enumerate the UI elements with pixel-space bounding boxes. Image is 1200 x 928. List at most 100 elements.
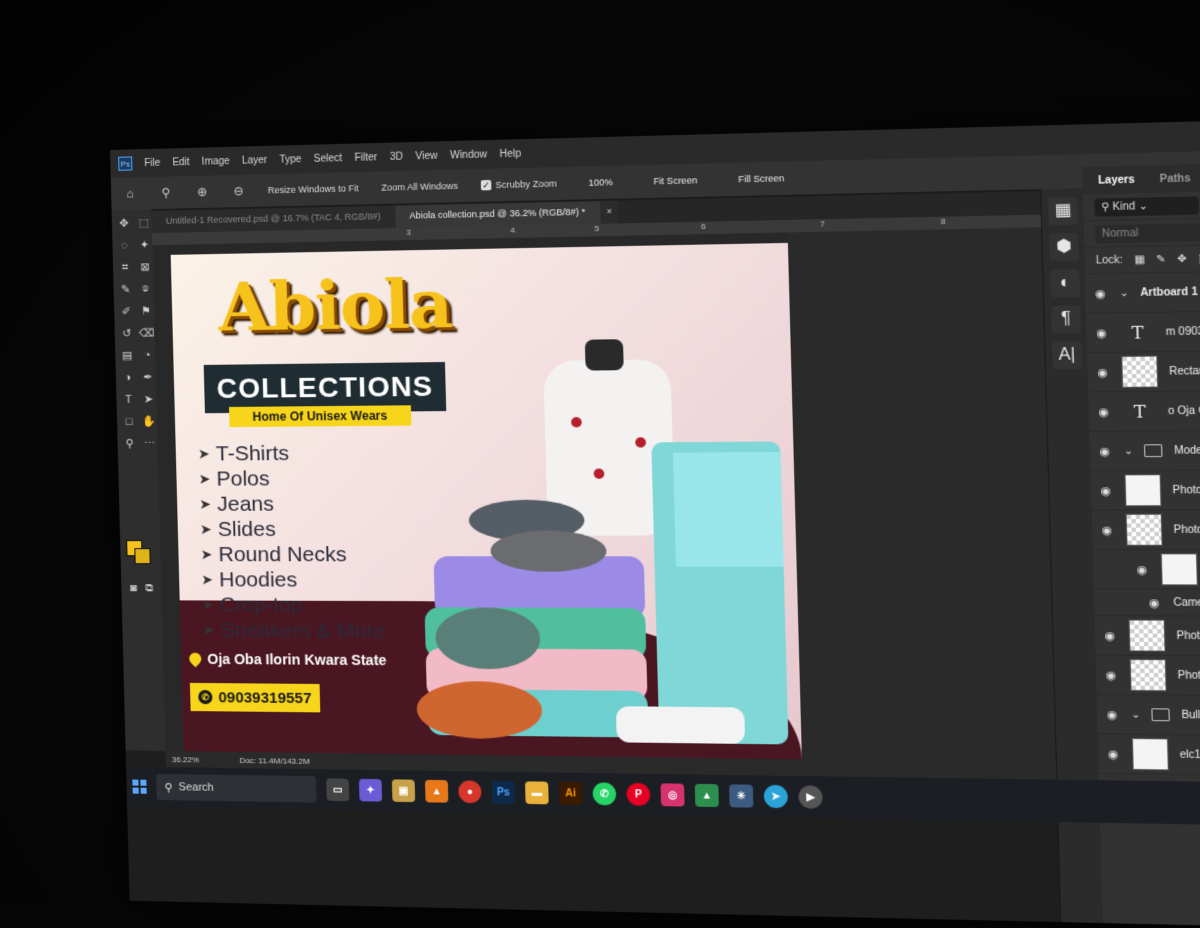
brush-tool-icon[interactable]: ✐	[118, 304, 134, 320]
visibility-eye-icon[interactable]: ◉	[1134, 562, 1150, 576]
menu-image[interactable]: Image	[202, 155, 230, 167]
illustrator-taskbar-icon[interactable]: Ai	[558, 781, 583, 805]
file-explorer-icon[interactable]: ▬	[525, 781, 549, 805]
menu-layer[interactable]: Layer	[242, 154, 268, 166]
frame-tool-icon[interactable]: ⊠	[137, 259, 153, 275]
zoom-out-icon[interactable]: ⊖	[231, 184, 246, 198]
screen-mode-icon[interactable]: ⧉	[141, 580, 157, 596]
vlc-icon[interactable]: ▲	[424, 779, 449, 803]
menu-edit[interactable]: Edit	[172, 156, 190, 167]
copilot-icon[interactable]: ✦	[358, 778, 383, 802]
group-row[interactable]: ◉ ⌄ Bullet point	[1096, 694, 1200, 737]
menu-3d[interactable]: 3D	[390, 151, 404, 163]
layer-row[interactable]: ◉ Sm	[1092, 550, 1200, 590]
zoom-level[interactable]: 36.22%	[172, 755, 199, 764]
tab-paths[interactable]: Paths	[1159, 172, 1190, 184]
menu-select[interactable]: Select	[314, 153, 343, 165]
path-select-icon[interactable]: ➤	[140, 392, 156, 408]
telegram-icon[interactable]: ➤	[763, 784, 789, 809]
adjustments-panel-icon[interactable]: ◐	[1050, 269, 1081, 298]
effect-row[interactable]: ◉ Camera...	[1093, 589, 1200, 617]
group-row[interactable]: ◉ ⌄ Models	[1089, 430, 1200, 472]
visibility-eye-icon[interactable]: ◉	[1095, 405, 1111, 419]
task-view-icon[interactable]: ▭	[326, 778, 350, 802]
zoom-all-windows-option[interactable]: Zoom All Windows	[381, 181, 458, 193]
expand-chevron-icon[interactable]: ⌄	[1124, 445, 1134, 457]
hand-tool-icon[interactable]: ✋	[141, 414, 157, 430]
visibility-eye-icon[interactable]: ◉	[1098, 483, 1114, 498]
fit-screen-button[interactable]: Fit Screen	[645, 172, 706, 190]
instagram-icon[interactable]: ◎	[660, 783, 685, 807]
visibility-eye-icon[interactable]: ◉	[1093, 326, 1109, 340]
resize-windows-option[interactable]: Resize Windows to Fit	[268, 183, 359, 195]
3d-panel-icon[interactable]: ⬢	[1049, 233, 1080, 262]
lock-position-icon[interactable]: ✥	[1177, 253, 1187, 265]
kind-filter-select[interactable]: ⚲ Kind ⌄	[1094, 195, 1200, 217]
crop-tool-icon[interactable]: ⌗	[117, 260, 133, 276]
eyedropper-icon[interactable]: ✎	[117, 282, 133, 298]
photoshop-taskbar-icon[interactable]: Ps	[491, 780, 516, 804]
menu-view[interactable]: View	[415, 150, 438, 162]
paragraph-panel-icon[interactable]: ¶	[1051, 305, 1082, 334]
close-tab-icon[interactable]: ×	[599, 200, 619, 224]
stamp-tool-icon[interactable]: ⚑	[138, 303, 154, 319]
blend-mode-select[interactable]: Normal	[1094, 221, 1200, 243]
lock-paint-icon[interactable]: ✎	[1156, 253, 1166, 265]
character-panel-icon[interactable]: A|	[1052, 341, 1083, 370]
dodge-tool-icon[interactable]: ◑	[120, 370, 136, 386]
layer-row[interactable]: ◉ Photor...1	[1091, 510, 1200, 551]
zoom-100-button[interactable]: 100%	[580, 174, 622, 191]
background-color-swatch[interactable]	[134, 548, 151, 565]
photoshop-logo-icon[interactable]: Ps	[118, 156, 133, 171]
blur-tool-icon[interactable]: ◔	[139, 347, 155, 363]
visibility-eye-icon[interactable]: ◉	[1102, 628, 1118, 642]
zoom-tool-icon[interactable]: ⚲	[159, 186, 173, 200]
pen-tool-icon[interactable]: ✒	[140, 370, 156, 386]
quick-mask-icon[interactable]: ◙	[125, 580, 141, 596]
move-tool-icon[interactable]: ✥	[116, 216, 132, 232]
visibility-eye-icon[interactable]: ◉	[1096, 444, 1112, 458]
zoom-tool-side-icon[interactable]: ⚲	[121, 436, 137, 452]
libraries-panel-icon[interactable]: ▦	[1048, 196, 1079, 226]
layer-row[interactable]: ◉ T o Oja Oba ...	[1088, 390, 1200, 432]
pinterest-icon[interactable]: P	[626, 782, 651, 806]
menu-type[interactable]: Type	[279, 154, 301, 166]
fill-screen-button[interactable]: Fill Screen	[729, 170, 793, 188]
visibility-eye-icon[interactable]: ◉	[1092, 286, 1108, 300]
lasso-tool-icon[interactable]: ◌	[116, 238, 132, 254]
expand-chevron-icon[interactable]: ⌄	[1119, 287, 1129, 299]
rectangle-tool-icon[interactable]: □	[121, 414, 137, 430]
artboard-tool-icon[interactable]: ⬚	[136, 215, 152, 231]
healing-brush-icon[interactable]: ⌾	[137, 281, 153, 297]
canvas-workspace[interactable]: Abiola COLLECTIONS Home Of Unisex Wears …	[152, 227, 1056, 763]
menu-help[interactable]: Help	[499, 148, 521, 160]
magic-wand-icon[interactable]: ✦	[136, 237, 152, 253]
visibility-eye-icon[interactable]: ◉	[1104, 707, 1120, 721]
windows-start-icon[interactable]	[132, 779, 147, 794]
lock-transparent-icon[interactable]: ▦	[1134, 254, 1145, 266]
network-app-icon[interactable]: ✳	[729, 784, 754, 808]
visibility-eye-icon[interactable]: ◉	[1146, 595, 1162, 610]
layer-row[interactable]: ◉ elc14327...	[1097, 734, 1200, 777]
artboard-layer[interactable]: ◉ ⌄ Artboard 1	[1085, 271, 1200, 314]
whatsapp-icon[interactable]: ✆	[592, 782, 617, 806]
menu-filter[interactable]: Filter	[354, 152, 377, 164]
visibility-eye-icon[interactable]: ◉	[1103, 668, 1119, 682]
google-drive-icon[interactable]: ▲	[694, 783, 719, 808]
visibility-eye-icon[interactable]: ◉	[1094, 365, 1110, 379]
media-player-icon[interactable]: ▶	[798, 785, 823, 809]
layer-row[interactable]: ◉ T m 0903931955	[1086, 310, 1200, 354]
tab-layers[interactable]: Layers	[1098, 174, 1135, 187]
layer-row[interactable]: ◉ Photoroo...	[1090, 470, 1200, 511]
expand-chevron-icon[interactable]: ⌄	[1131, 709, 1141, 721]
history-brush-icon[interactable]: ↺	[119, 326, 135, 342]
type-tool-icon[interactable]: T	[120, 392, 136, 408]
zoom-in-icon[interactable]: ⊕	[195, 185, 209, 199]
layer-row[interactable]: ◉ Rectangle 2 c	[1087, 350, 1200, 393]
gradient-tool-icon[interactable]: ▤	[119, 348, 135, 364]
taskbar-search[interactable]: ⚲ Search	[156, 773, 317, 803]
menu-window[interactable]: Window	[450, 149, 487, 161]
menu-file[interactable]: File	[144, 157, 160, 168]
flyer-artboard[interactable]: Abiola COLLECTIONS Home Of Unisex Wears …	[170, 242, 802, 760]
eraser-icon[interactable]: ⌫	[138, 325, 155, 341]
